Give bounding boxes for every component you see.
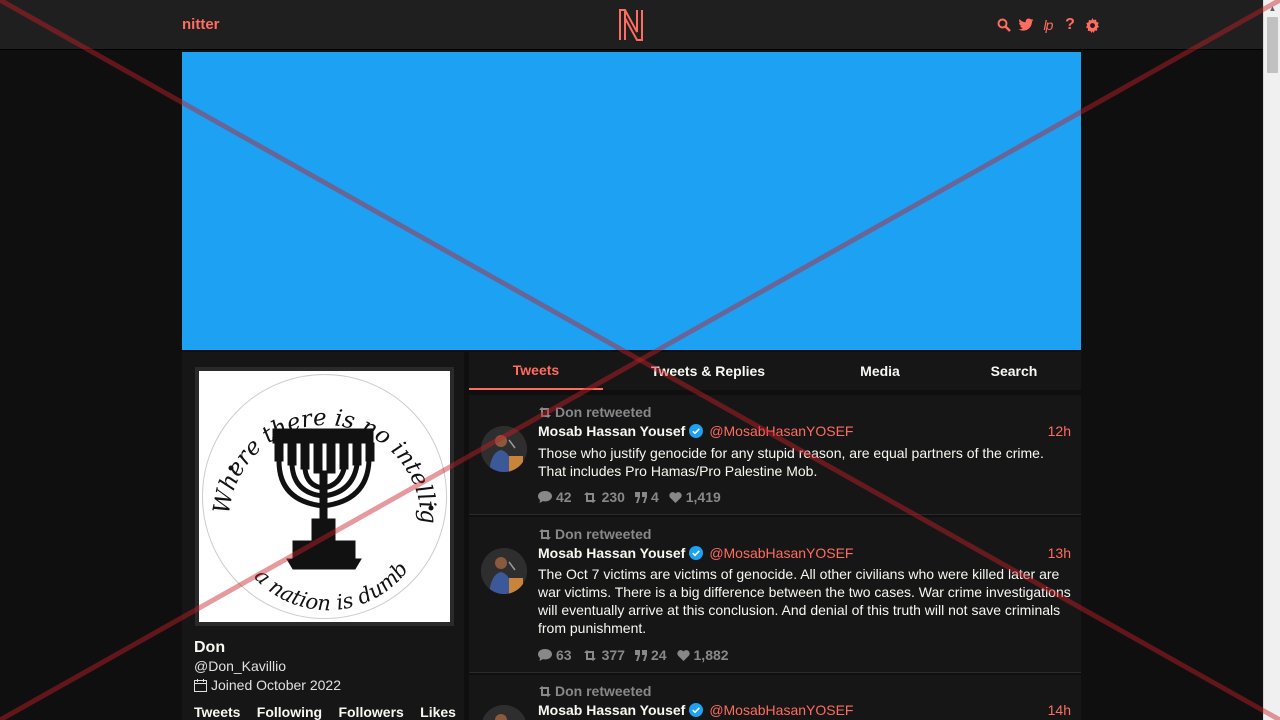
- quote-count[interactable]: 4: [634, 489, 659, 505]
- top-navbar: nitter lp ?: [0, 0, 1263, 50]
- tab-media[interactable]: Media: [813, 352, 947, 390]
- quote-icon: [634, 491, 647, 503]
- profile-username[interactable]: @Don_Kavillio: [194, 658, 286, 674]
- help-icon[interactable]: ?: [1062, 17, 1078, 33]
- heart-icon: [676, 649, 690, 661]
- comment-icon: [538, 491, 552, 503]
- comment-icon: [538, 649, 552, 661]
- verified-badge-icon: [689, 546, 704, 560]
- nav-icons: lp ?: [996, 15, 1100, 35]
- calendar-icon: [194, 678, 207, 692]
- stat-followers[interactable]: Followers: [338, 704, 403, 720]
- tab-tweets-replies[interactable]: Tweets & Replies: [603, 352, 813, 390]
- stat-following[interactable]: Following: [257, 704, 322, 720]
- stat-likes[interactable]: Likes: [420, 704, 456, 720]
- tweet-time[interactable]: 12h: [1048, 423, 1071, 439]
- retweet-icon: [539, 685, 551, 697]
- liberapay-icon[interactable]: lp: [1040, 17, 1056, 33]
- tweet-content: The Oct 7 victims are victims of genocid…: [538, 566, 1071, 636]
- tweet-header: Mosab Hassan Yousef @MosabHasanYOSEF 14h: [538, 701, 1071, 719]
- profile-banner[interactable]: [182, 52, 1081, 350]
- retweet-header-text: Don retweeted: [555, 526, 652, 542]
- like-count[interactable]: 1,882: [676, 647, 729, 663]
- profile-fullname[interactable]: Don: [194, 639, 225, 657]
- verified-badge-icon: [689, 424, 704, 438]
- heart-icon: [669, 491, 682, 503]
- tweet-author-handle[interactable]: @MosabHasanYOSEF: [709, 545, 853, 561]
- tweet-content: Those who justify genocide for any stupi…: [538, 445, 1044, 479]
- tweet-author-name[interactable]: Mosab Hassan Yousef: [538, 545, 685, 561]
- scroll-thumb[interactable]: [1267, 17, 1278, 73]
- tab-tweets[interactable]: Tweets: [469, 352, 603, 390]
- reply-count[interactable]: 63: [538, 647, 572, 663]
- tweet-stats: 42 230 4 1,419: [538, 489, 721, 505]
- settings-gear-icon[interactable]: [1084, 17, 1100, 33]
- tweet-item[interactable]: Don retweeted Mosab Hassan Yousef @Mosab…: [469, 517, 1081, 673]
- retweet-header-text: Don retweeted: [555, 404, 652, 420]
- search-icon[interactable]: [996, 17, 1012, 33]
- profile-avatar[interactable]: Where there is no intelligence a nation …: [195, 367, 454, 626]
- brand-link[interactable]: nitter: [182, 16, 220, 33]
- joined-date-text: Joined October 2022: [211, 677, 341, 693]
- profile-stats: Tweets Following Followers Likes: [194, 704, 456, 720]
- tweet-author-handle[interactable]: @MosabHasanYOSEF: [709, 423, 853, 439]
- tweet-avatar[interactable]: [481, 548, 527, 594]
- twitter-bird-icon[interactable]: [1018, 17, 1034, 33]
- nitter-logo-icon[interactable]: [617, 8, 645, 42]
- quote-count[interactable]: 24: [634, 647, 667, 663]
- quote-icon: [634, 649, 647, 661]
- timeline-tabs: Tweets Tweets & Replies Media Search: [469, 352, 1081, 390]
- tab-search[interactable]: Search: [947, 352, 1081, 390]
- retweet-header: Don retweeted: [538, 683, 651, 699]
- scroll-up-arrow-icon[interactable]: ▲: [1264, 0, 1280, 17]
- tweet-author-name[interactable]: Mosab Hassan Yousef: [538, 423, 685, 439]
- tweet-author-handle[interactable]: @MosabHasanYOSEF: [709, 702, 853, 718]
- like-count[interactable]: 1,419: [669, 489, 721, 505]
- tweet-time[interactable]: 14h: [1048, 702, 1071, 718]
- stat-tweets[interactable]: Tweets: [194, 704, 240, 720]
- retweet-icon: [539, 528, 551, 540]
- tweet-avatar[interactable]: [481, 705, 527, 720]
- tweet-avatar[interactable]: [481, 426, 527, 472]
- menorah-seal-image: Where there is no intelligence a nation …: [199, 371, 447, 619]
- retweet-header: Don retweeted: [538, 526, 651, 542]
- retweet-header: Don retweeted: [538, 404, 651, 420]
- retweet-icon: [583, 491, 596, 503]
- retweet-count[interactable]: 230: [582, 489, 625, 505]
- tweet-author-name[interactable]: Mosab Hassan Yousef: [538, 702, 685, 718]
- tweet-item[interactable]: Don retweeted Mosab Hassan Yousef @Mosab…: [469, 395, 1081, 515]
- reply-count[interactable]: 42: [538, 489, 572, 505]
- verified-badge-icon: [689, 703, 704, 717]
- tweet-item[interactable]: Don retweeted Mosab Hassan Yousef @Mosab…: [469, 675, 1081, 720]
- page-scrollbar[interactable]: ▲: [1263, 0, 1280, 720]
- retweet-icon: [539, 406, 551, 418]
- tweet-time[interactable]: 13h: [1048, 545, 1071, 561]
- retweet-icon: [583, 649, 596, 661]
- retweet-count[interactable]: 377: [582, 647, 625, 663]
- profile-joined: Joined October 2022: [194, 677, 341, 693]
- tweet-header: Mosab Hassan Yousef @MosabHasanYOSEF 12h: [538, 422, 1071, 440]
- tweet-stats: 63 377 24 1,882: [538, 647, 729, 663]
- profile-card: Where there is no intelligence a nation …: [182, 352, 464, 720]
- tweet-header: Mosab Hassan Yousef @MosabHasanYOSEF 13h: [538, 544, 1071, 562]
- retweet-header-text: Don retweeted: [555, 683, 652, 699]
